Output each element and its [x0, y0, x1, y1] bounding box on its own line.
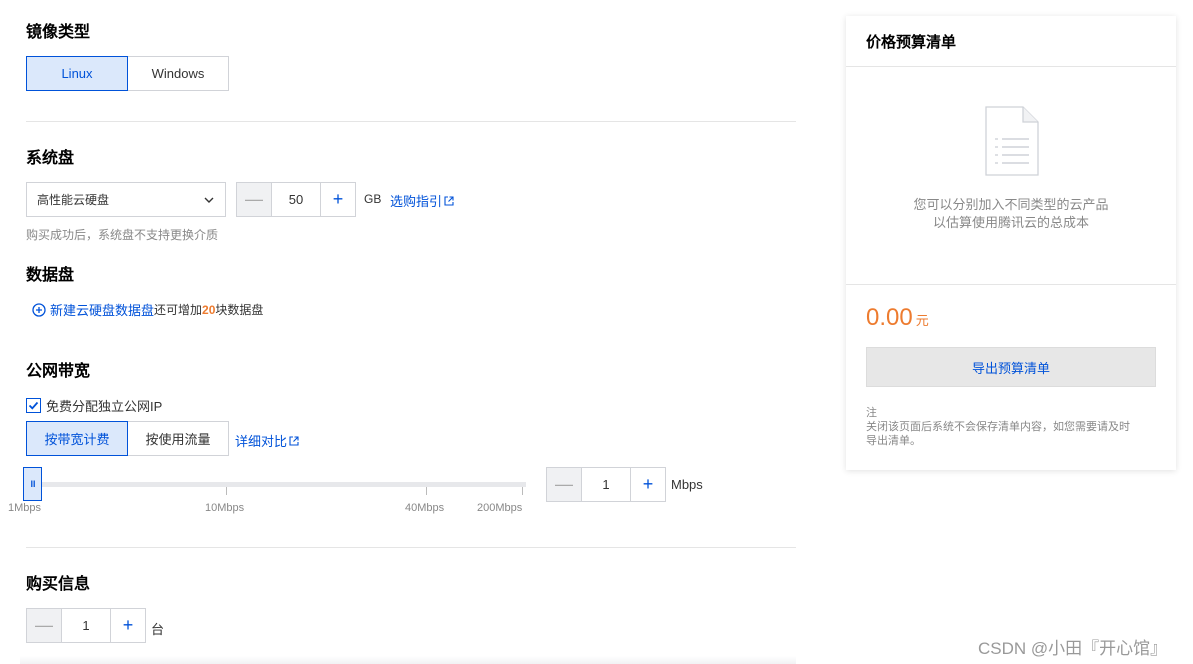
system-disk-type-value: 高性能云硬盘 [37, 193, 110, 207]
plus-button[interactable]: + [630, 468, 665, 501]
budget-note-text: 关闭该页面后系统不会保存清单内容，如您需要请及时导出清单。 [866, 421, 1130, 447]
slider-tick [522, 487, 523, 495]
purchase-title: 购买信息 [26, 574, 91, 593]
image-type-linux-button[interactable]: Linux [26, 56, 128, 91]
image-type-title: 镜像类型 [26, 22, 91, 41]
budget-empty-line1: 您可以分别加入不同类型的云产品 [913, 197, 1109, 212]
slider-tick [226, 487, 227, 495]
remain-prefix: 还可增加 [154, 303, 203, 317]
bandwidth-unit: Mbps [671, 477, 703, 492]
bandwidth-title: 公网带宽 [26, 361, 91, 380]
budget-empty-text: 您可以分别加入不同类型的云产品 以估算使用腾讯云的总成本 [846, 196, 1176, 232]
budget-panel: 价格预算清单 您可以分别加入不同类型的云产品 以估算使用腾讯云的总成本 0.00… [846, 16, 1176, 470]
budget-note-title: 注 [866, 407, 877, 419]
chevron-down-icon [204, 197, 214, 203]
free-ip-checkbox-row[interactable]: 免费分配独立公网IP [26, 396, 162, 415]
add-data-disk-row: 新建云硬盘数据盘 还可增加 20 块数据盘 [32, 300, 263, 319]
slider-label-200mbps: 200Mbps [477, 502, 523, 514]
plus-button[interactable]: + [320, 183, 355, 216]
remain-count: 20 [202, 302, 216, 317]
system-disk-unit: GB [364, 192, 382, 206]
bottom-bar-shadow [20, 656, 796, 664]
budget-price-value: 0.00 [866, 304, 913, 331]
minus-button[interactable]: — [27, 609, 62, 642]
budget-empty-line2: 以估算使用腾讯云的总成本 [932, 215, 1089, 230]
bandwidth-slider-track[interactable] [26, 482, 526, 487]
quantity-value[interactable]: 1 [62, 609, 110, 642]
add-circle-icon[interactable] [32, 302, 46, 317]
slider-label-40mbps: 40Mbps [405, 502, 445, 514]
divider [26, 547, 796, 548]
csdn-watermark: CSDN @小田『开心馆』 [978, 639, 1168, 658]
compare-link[interactable]: 详细对比 [235, 431, 299, 450]
slider-handle[interactable]: III [23, 467, 42, 501]
system-disk-title: 系统盘 [26, 148, 75, 167]
checkbox-checked-icon[interactable] [26, 398, 41, 413]
divider [846, 284, 1176, 285]
free-ip-label: 免费分配独立公网IP [46, 399, 163, 414]
slider-label-10mbps: 10Mbps [205, 502, 245, 514]
data-disk-title: 数据盘 [26, 265, 75, 284]
external-link-icon [289, 435, 299, 446]
quantity-unit: 台 [151, 622, 165, 637]
system-disk-size-value[interactable]: 50 [272, 183, 320, 216]
billing-by-traffic-button[interactable]: 按使用流量 [127, 421, 229, 456]
export-budget-button[interactable]: 导出预算清单 [866, 347, 1156, 387]
guide-link-label: 选购指引 [390, 194, 443, 209]
bandwidth-stepper[interactable]: — 1 + [546, 467, 666, 502]
external-link-icon [444, 195, 454, 206]
billing-by-bandwidth-button[interactable]: 按带宽计费 [26, 421, 128, 456]
bandwidth-value[interactable]: 1 [582, 468, 630, 501]
system-disk-hint: 购买成功后，系统盘不支持更换介质 [26, 228, 219, 242]
slider-tick [426, 487, 427, 495]
compare-link-label: 详细对比 [235, 434, 288, 449]
document-icon [985, 106, 1039, 176]
minus-button[interactable]: — [237, 183, 272, 216]
budget-title: 价格预算清单 [866, 33, 957, 51]
quantity-stepper[interactable]: — 1 + [26, 608, 146, 643]
budget-note: 注 关闭该页面后系统不会保存清单内容，如您需要请及时导出清单。 [866, 406, 1138, 448]
minus-button[interactable]: — [547, 468, 582, 501]
system-disk-size-stepper[interactable]: — 50 + [236, 182, 356, 217]
budget-currency: 元 [915, 313, 929, 328]
remain-suffix: 块数据盘 [215, 303, 264, 317]
divider [846, 66, 1176, 67]
image-type-windows-button[interactable]: Windows [127, 56, 229, 91]
slider-label-1mbps: 1Mbps [8, 502, 42, 514]
plus-button[interactable]: + [110, 609, 145, 642]
add-data-disk-link[interactable]: 新建云硬盘数据盘 [50, 300, 154, 319]
divider [26, 121, 796, 122]
system-disk-type-select[interactable]: 高性能云硬盘 [26, 182, 226, 217]
budget-price: 0.00 元 [866, 304, 929, 332]
guide-link[interactable]: 选购指引 [390, 191, 454, 210]
